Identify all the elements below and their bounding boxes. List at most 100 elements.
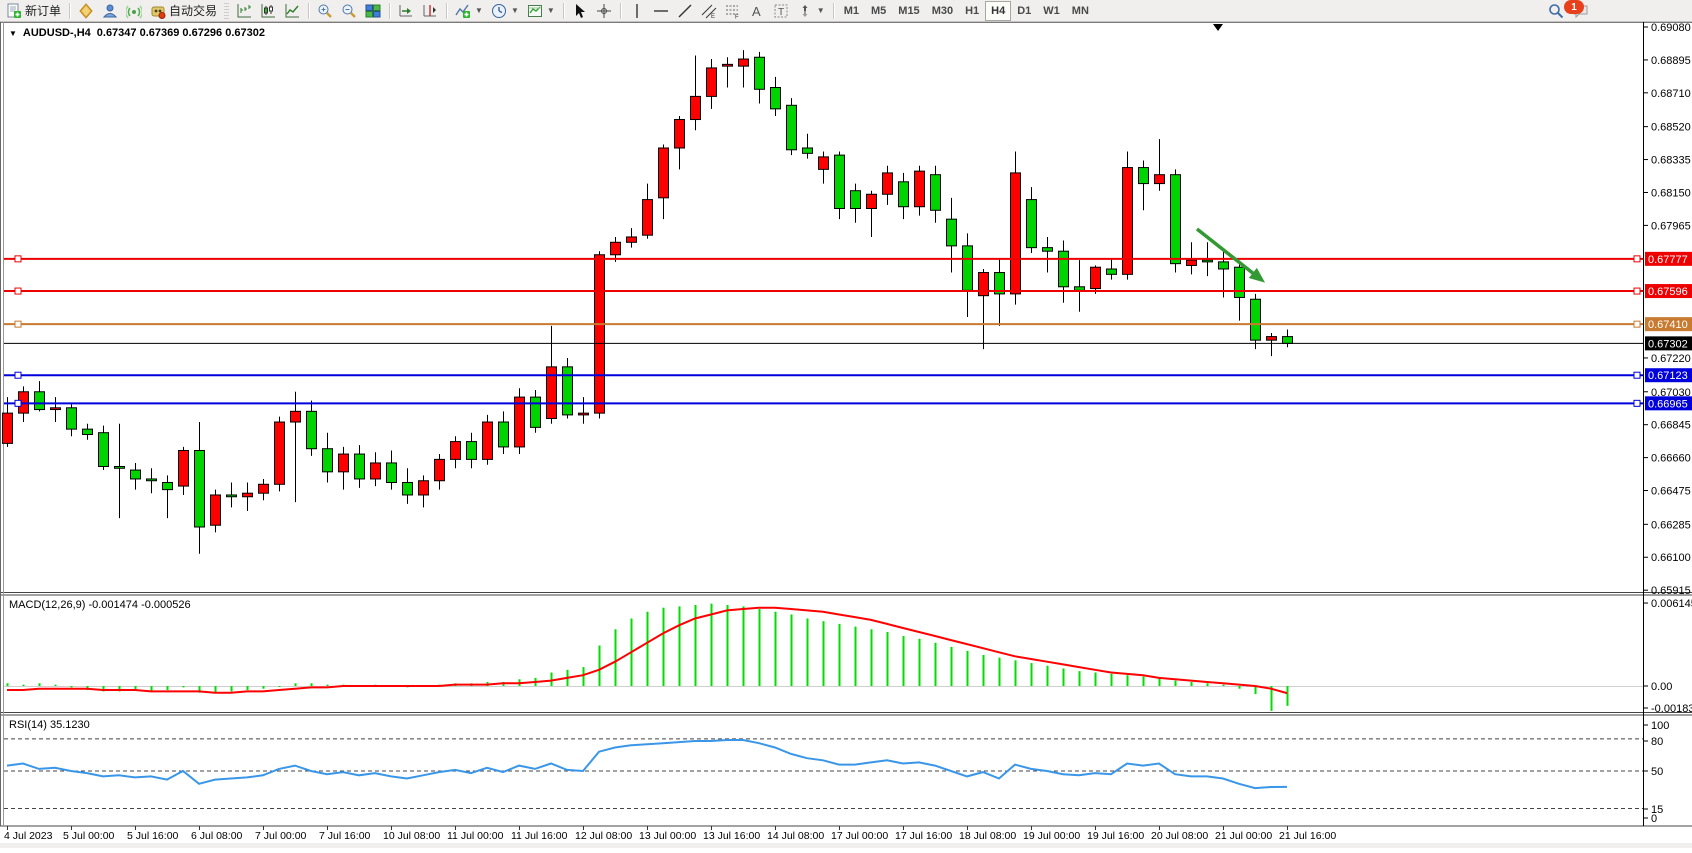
timeframe-m5[interactable]: M5 <box>865 1 892 21</box>
timeframe-m30[interactable]: M30 <box>926 1 959 21</box>
cursor-icon <box>572 3 588 19</box>
rsi-indicator-label: RSI(14) 35.1230 <box>9 719 90 731</box>
macd-bar <box>263 686 265 689</box>
line-handle[interactable] <box>1634 256 1640 262</box>
candle-body <box>947 219 957 246</box>
line-handle[interactable] <box>1634 321 1640 327</box>
cursor-tool-button[interactable] <box>568 1 592 21</box>
auto-scroll-icon <box>398 3 414 19</box>
timeframe-m1[interactable]: M1 <box>838 1 865 21</box>
timeframe-h4[interactable]: H4 <box>985 1 1011 21</box>
candle-body <box>883 173 893 194</box>
candle-body <box>707 68 717 96</box>
macd-bar <box>1223 685 1225 686</box>
templates-button[interactable]: ▼ <box>523 1 559 21</box>
line-handle[interactable] <box>15 256 21 262</box>
price-tick-label: 0.65915 <box>1651 585 1691 597</box>
candle-body <box>627 237 637 242</box>
candle-body <box>339 454 349 472</box>
line-chart-button[interactable] <box>280 1 304 21</box>
timeframe-w1[interactable]: W1 <box>1037 1 1066 21</box>
line-handle[interactable] <box>15 372 21 378</box>
crosshair-tool-button[interactable] <box>592 1 616 21</box>
candle-body <box>563 367 573 415</box>
metaquotes-button[interactable] <box>74 1 98 21</box>
macd-bar <box>1063 668 1065 686</box>
templates-dropdown-caret[interactable]: ▼ <box>547 6 555 15</box>
indicators-button[interactable]: ▼ <box>451 1 487 21</box>
candle-body <box>323 449 333 472</box>
periods-dropdown-caret[interactable]: ▼ <box>511 6 519 15</box>
time-tick-label: 13 Jul 16:00 <box>703 830 760 842</box>
timeframe-d1[interactable]: D1 <box>1011 1 1037 21</box>
auto-scroll-button[interactable] <box>394 1 418 21</box>
line-handle[interactable] <box>15 288 21 294</box>
price-tick-label: 0.68710 <box>1651 88 1691 100</box>
time-tick-label: 14 Jul 08:00 <box>767 830 824 842</box>
price-tick-label: 0.68520 <box>1651 122 1691 134</box>
new-order-button[interactable]: 新订单 <box>2 1 65 21</box>
channel-tool-button[interactable]: E <box>697 1 721 21</box>
timeframe-mn[interactable]: MN <box>1066 1 1095 21</box>
chart-shift-button[interactable] <box>418 1 442 21</box>
time-tick-label: 13 Jul 00:00 <box>639 830 696 842</box>
candle-body <box>771 87 781 108</box>
candle-body <box>931 175 941 211</box>
macd-bar <box>1047 666 1049 686</box>
compass-icon <box>78 3 94 19</box>
symbol-dropdown-icon[interactable]: ▼ <box>9 29 17 38</box>
bar-chart-button[interactable] <box>232 1 256 21</box>
fibonacci-icon: F <box>725 3 741 19</box>
profile-button[interactable] <box>98 1 122 21</box>
horizontal-line-tool-button[interactable] <box>649 1 673 21</box>
auto-trading-button[interactable]: 自动交易 <box>146 1 221 21</box>
timeframe-bar: M1M5M15M30H1H4D1W1MN <box>838 1 1095 21</box>
label-tool-button[interactable]: T <box>769 1 793 21</box>
vertical-line-tool-button[interactable] <box>625 1 649 21</box>
price-tag-label: 0.67410 <box>1648 319 1688 331</box>
trendline-tool-button[interactable] <box>673 1 697 21</box>
line-handle[interactable] <box>1634 288 1640 294</box>
candle-body <box>195 450 205 527</box>
zoom-in-button[interactable] <box>313 1 337 21</box>
line-handle[interactable] <box>15 321 21 327</box>
notification-badge[interactable]: 1 <box>1564 0 1584 14</box>
line-chart-icon <box>284 3 300 19</box>
candlestick-chart-button[interactable] <box>256 1 280 21</box>
macd-bar <box>599 646 601 687</box>
macd-bar <box>935 643 937 686</box>
candle-body <box>115 467 125 469</box>
line-handle[interactable] <box>1634 400 1640 406</box>
macd-bar <box>919 639 921 686</box>
line-handle[interactable] <box>15 400 21 406</box>
macd-bar <box>695 605 697 686</box>
timeframe-h1[interactable]: H1 <box>959 1 985 21</box>
zoom-out-button[interactable] <box>337 1 361 21</box>
candle-body <box>803 148 813 153</box>
candle-body <box>531 397 541 427</box>
periods-button[interactable]: ▼ <box>487 1 523 21</box>
text-tool-button[interactable]: A <box>745 1 769 21</box>
candle-body <box>1155 175 1165 184</box>
candle-body <box>259 484 269 493</box>
candle-body <box>211 495 221 525</box>
line-handle[interactable] <box>1634 372 1640 378</box>
candle-body <box>979 273 989 296</box>
timeframe-m15[interactable]: M15 <box>892 1 925 21</box>
candle-body <box>499 422 509 447</box>
arrows-dropdown-caret[interactable]: ▼ <box>817 6 825 15</box>
candle-body <box>1235 267 1245 297</box>
macd-bar <box>839 624 841 686</box>
indicators-dropdown-caret[interactable]: ▼ <box>475 6 483 15</box>
signal-button[interactable] <box>122 1 146 21</box>
fibonacci-tool-button[interactable]: F <box>721 1 745 21</box>
signal-icon <box>126 3 142 19</box>
rsi-axis-label: 80 <box>1651 736 1663 748</box>
arrows-tool-button[interactable]: ▼ <box>793 1 829 21</box>
time-tick-label: 5 Jul 16:00 <box>127 830 179 842</box>
svg-text:A: A <box>752 4 761 19</box>
tile-windows-button[interactable] <box>361 1 385 21</box>
macd-bar <box>807 619 809 687</box>
macd-bar <box>247 686 249 690</box>
macd-bar <box>1143 677 1145 686</box>
